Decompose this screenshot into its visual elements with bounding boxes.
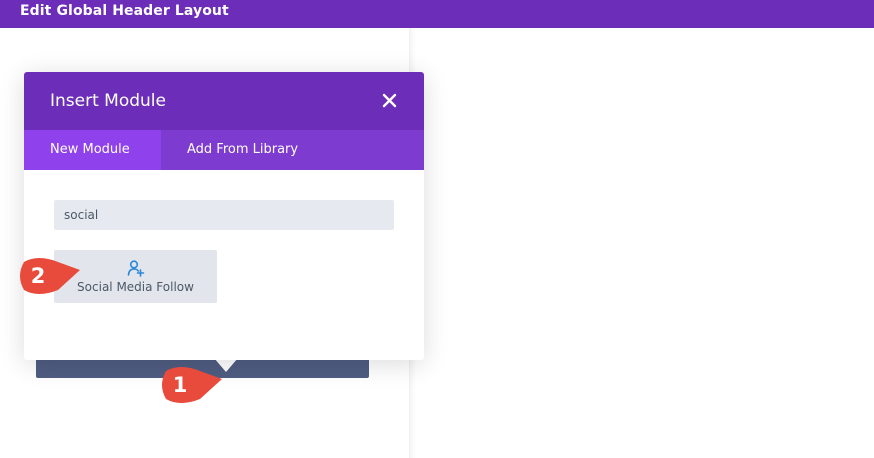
close-icon[interactable] — [380, 91, 400, 111]
tab-new-module[interactable]: New Module — [24, 130, 161, 170]
modal-tabs: New Module Add From Library — [24, 130, 424, 170]
modal-title: Insert Module — [50, 91, 166, 111]
module-search-input[interactable] — [54, 200, 394, 230]
modal-header: Insert Module — [24, 72, 424, 130]
window-title: Edit Global Header Layout — [20, 3, 229, 19]
callout-number: 2 — [30, 264, 46, 288]
callout-badge-1: 1 — [160, 365, 224, 405]
user-plus-icon — [127, 259, 145, 277]
callout-badge-2: 2 — [18, 256, 82, 296]
insert-module-modal: Insert Module New Module Add From Librar… — [24, 72, 424, 360]
tab-add-from-library[interactable]: Add From Library — [161, 130, 331, 170]
callout-number: 1 — [172, 373, 188, 397]
top-bar: Edit Global Header Layout — [0, 0, 874, 28]
